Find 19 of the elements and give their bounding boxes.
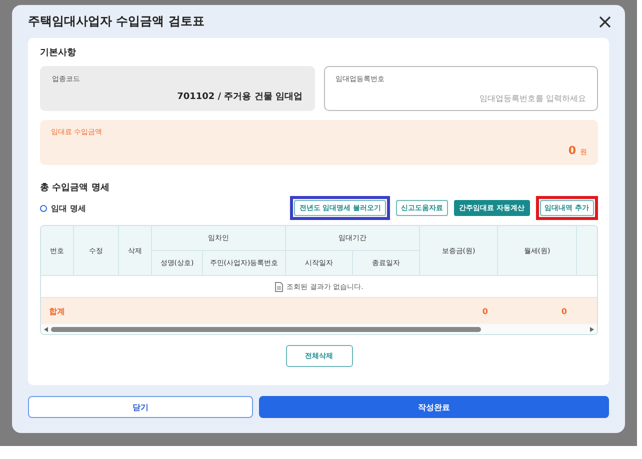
section-heading: 총 수입금액 명세 (40, 182, 110, 194)
scrollbar[interactable] (41, 324, 597, 334)
dialog-title: 주택임대사업자 수입금액 검토표 (28, 13, 204, 30)
submit-button[interactable]: 작성완료 (259, 396, 609, 418)
close-icon[interactable] (598, 14, 612, 28)
scroll-left-icon[interactable] (44, 326, 48, 332)
scroll-right-icon[interactable] (590, 326, 594, 332)
section-heading: 기본사항 (40, 47, 77, 59)
income-amount: 0 (568, 144, 576, 157)
subsection-title: 임대 명세 (51, 202, 86, 214)
scrollbar-thumb[interactable] (51, 326, 481, 332)
circle-icon (40, 204, 47, 212)
field-value: 701102 / 주거용 건물 임대업 (176, 91, 302, 103)
document-icon (274, 282, 283, 292)
total-cell-text: 0 (560, 306, 568, 318)
total-label: 합계 (48, 306, 66, 318)
total-cell-text: 0 (481, 306, 489, 318)
text-input[interactable]: 임대업등록번호를 입력하세요 (336, 94, 586, 103)
close-button[interactable]: 닫기 (28, 396, 253, 418)
